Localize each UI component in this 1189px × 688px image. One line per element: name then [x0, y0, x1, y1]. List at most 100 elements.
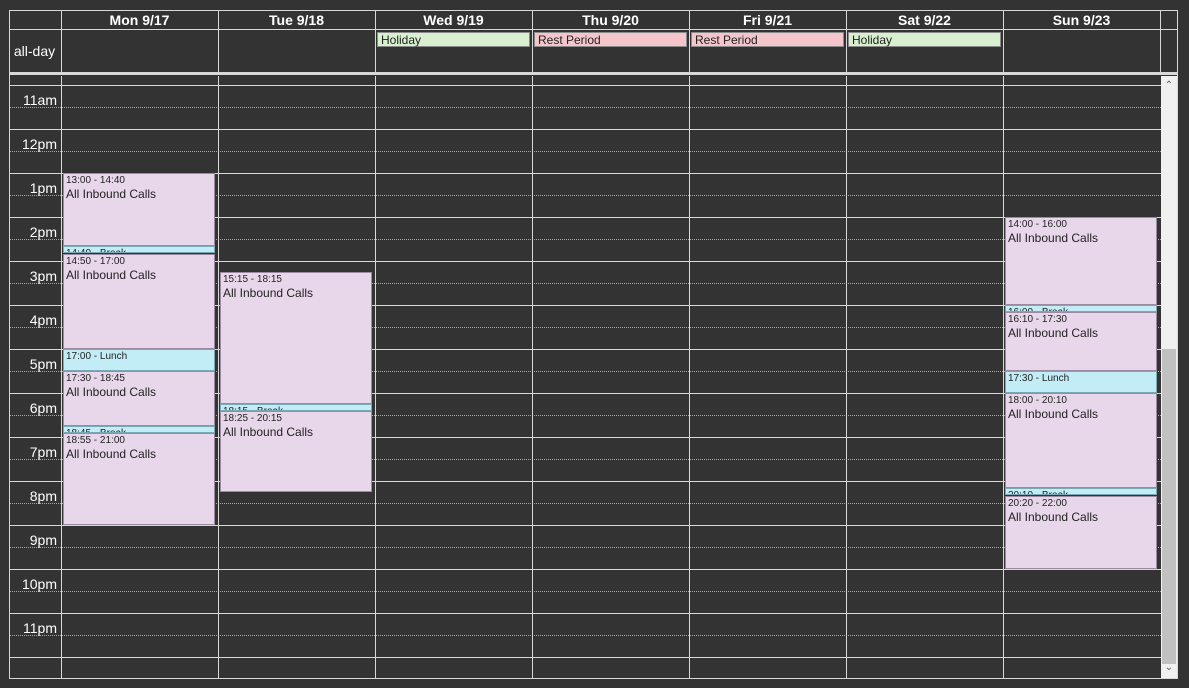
- shift-event[interactable]: 17:30 - 18:45 All Inbound Calls: [63, 371, 215, 426]
- break-event[interactable]: 18:15 - Break: [220, 404, 372, 411]
- day-header[interactable]: Mon 9/17: [61, 11, 218, 29]
- break-event[interactable]: 16:00 - Break: [1005, 305, 1157, 312]
- event-title: All Inbound Calls: [1008, 407, 1099, 421]
- event-time: 18:25 - 20:15: [223, 413, 282, 424]
- allday-event[interactable]: Holiday: [848, 32, 1001, 47]
- grid-line: [9, 678, 1177, 679]
- event-title: All Inbound Calls: [1008, 510, 1099, 524]
- time-label: 12pm: [21, 136, 57, 152]
- time-label: 7pm: [29, 444, 57, 460]
- grid-line: [532, 10, 533, 74]
- half-hour-line: [9, 547, 1161, 548]
- grid-line: [1160, 10, 1161, 74]
- hour-line: [9, 569, 1161, 570]
- hour-line: [9, 525, 1161, 526]
- grid-line: [9, 29, 1177, 30]
- shift-event[interactable]: 20:20 - 22:00 All Inbound Calls: [1005, 496, 1157, 569]
- grid-line: [689, 10, 690, 74]
- shift-event[interactable]: 18:00 - 20:10 All Inbound Calls: [1005, 393, 1157, 488]
- time-label: 9pm: [29, 532, 57, 548]
- grid-line: [61, 10, 62, 74]
- half-hour-line: [9, 635, 1161, 636]
- grid-line: [1177, 10, 1178, 679]
- time-label: 5pm: [29, 356, 57, 372]
- break-event[interactable]: 18:45 - Break: [63, 426, 215, 433]
- week-calendar: Mon 9/17 Tue 9/18 Wed 9/19 Thu 9/20 Fri 9/21…: [0, 0, 1189, 688]
- break-event[interactable]: 20:10 - Break: [1005, 488, 1157, 495]
- vertical-scrollbar[interactable]: ⌃ ⌄: [1161, 76, 1177, 678]
- column-line: [532, 76, 533, 678]
- time-label: 4pm: [29, 312, 57, 328]
- chevron-down-icon[interactable]: ⌄: [1161, 661, 1177, 675]
- event-time: 14:00 - 16:00: [1008, 219, 1067, 230]
- event-title: All Inbound Calls: [223, 286, 314, 300]
- grid-line: [9, 10, 1177, 11]
- day-header[interactable]: Tue 9/18: [218, 11, 375, 29]
- grid-line: [218, 10, 219, 74]
- event-time: 14:40 - Break: [66, 248, 212, 252]
- time-label: 2pm: [29, 224, 57, 240]
- time-grid[interactable]: 11am 12pm 1pm 2pm 3pm 4pm 5pm 6pm 7pm 8pm 9pm 10pm 1…: [9, 76, 1161, 678]
- time-label: 8pm: [29, 488, 57, 504]
- event-time: 17:30 - Lunch: [1008, 373, 1070, 384]
- event-title: All Inbound Calls: [223, 425, 314, 439]
- event-title: All Inbound Calls: [1008, 231, 1099, 245]
- column-line: [1003, 76, 1004, 678]
- hour-line: [9, 85, 1161, 86]
- column-line: [689, 76, 690, 678]
- column-line: [846, 76, 847, 678]
- hour-line: [9, 657, 1161, 658]
- allday-label: all-day: [13, 43, 56, 59]
- column-line: [375, 76, 376, 678]
- event-title: All Inbound Calls: [66, 385, 157, 399]
- shift-event[interactable]: 18:25 - 20:15 All Inbound Calls: [220, 411, 372, 492]
- chevron-up-icon[interactable]: ⌃: [1161, 79, 1177, 93]
- half-hour-line: [9, 107, 1161, 108]
- time-label: 11pm: [23, 620, 57, 636]
- grid-line: [375, 10, 376, 74]
- time-label: 1pm: [29, 180, 57, 196]
- half-hour-line: [9, 151, 1161, 152]
- hour-line: [9, 613, 1161, 614]
- half-hour-line: [9, 591, 1161, 592]
- event-time: 13:00 - 14:40: [66, 175, 125, 186]
- day-header[interactable]: Wed 9/19: [375, 11, 532, 29]
- shift-event[interactable]: 14:50 - 17:00 All Inbound Calls: [63, 254, 215, 349]
- scrollbar-thumb[interactable]: [1162, 349, 1176, 664]
- grid-line: [1003, 10, 1004, 74]
- day-header[interactable]: Sun 9/23: [1003, 11, 1160, 29]
- column-line: [218, 76, 219, 678]
- grid-line: [846, 10, 847, 74]
- event-time: 17:00 - Lunch: [66, 351, 128, 362]
- allday-event[interactable]: Holiday: [377, 32, 530, 47]
- event-time: 17:30 - 18:45: [66, 373, 125, 384]
- event-title: All Inbound Calls: [66, 268, 157, 282]
- day-header[interactable]: Thu 9/20: [532, 11, 689, 29]
- event-time: 20:20 - 22:00: [1008, 498, 1067, 509]
- event-title: All Inbound Calls: [66, 187, 157, 201]
- event-time: 18:00 - 20:10: [1008, 395, 1067, 406]
- shift-event[interactable]: 15:15 - 18:15 All Inbound Calls: [220, 272, 372, 404]
- day-header[interactable]: Fri 9/21: [689, 11, 846, 29]
- shift-event[interactable]: 16:10 - 17:30 All Inbound Calls: [1005, 312, 1157, 371]
- event-time: 14:50 - 17:00: [66, 256, 125, 267]
- allday-event[interactable]: Rest Period: [534, 32, 687, 47]
- time-label: 3pm: [29, 268, 57, 284]
- allday-event[interactable]: Rest Period: [691, 32, 844, 47]
- event-time: 18:55 - 21:00: [66, 435, 125, 446]
- day-header[interactable]: Sat 9/22: [846, 11, 1003, 29]
- shift-event[interactable]: 18:55 - 21:00 All Inbound Calls: [63, 433, 215, 525]
- shift-event[interactable]: 13:00 - 14:40 All Inbound Calls: [63, 173, 215, 246]
- break-event[interactable]: 14:40 - Break: [63, 246, 215, 253]
- break-event[interactable]: 17:00 - Lunch: [63, 349, 215, 371]
- grid-line: [9, 10, 10, 679]
- time-label: 10pm: [21, 576, 57, 592]
- event-time: 16:10 - 17:30: [1008, 314, 1067, 325]
- shift-event[interactable]: 14:00 - 16:00 All Inbound Calls: [1005, 217, 1157, 305]
- break-event[interactable]: 17:30 - Lunch: [1005, 371, 1157, 393]
- time-label: 11am: [23, 92, 57, 108]
- grid-line: [9, 74, 1177, 75]
- event-title: All Inbound Calls: [1008, 326, 1099, 340]
- column-line: [61, 76, 62, 678]
- hour-line: [9, 129, 1161, 130]
